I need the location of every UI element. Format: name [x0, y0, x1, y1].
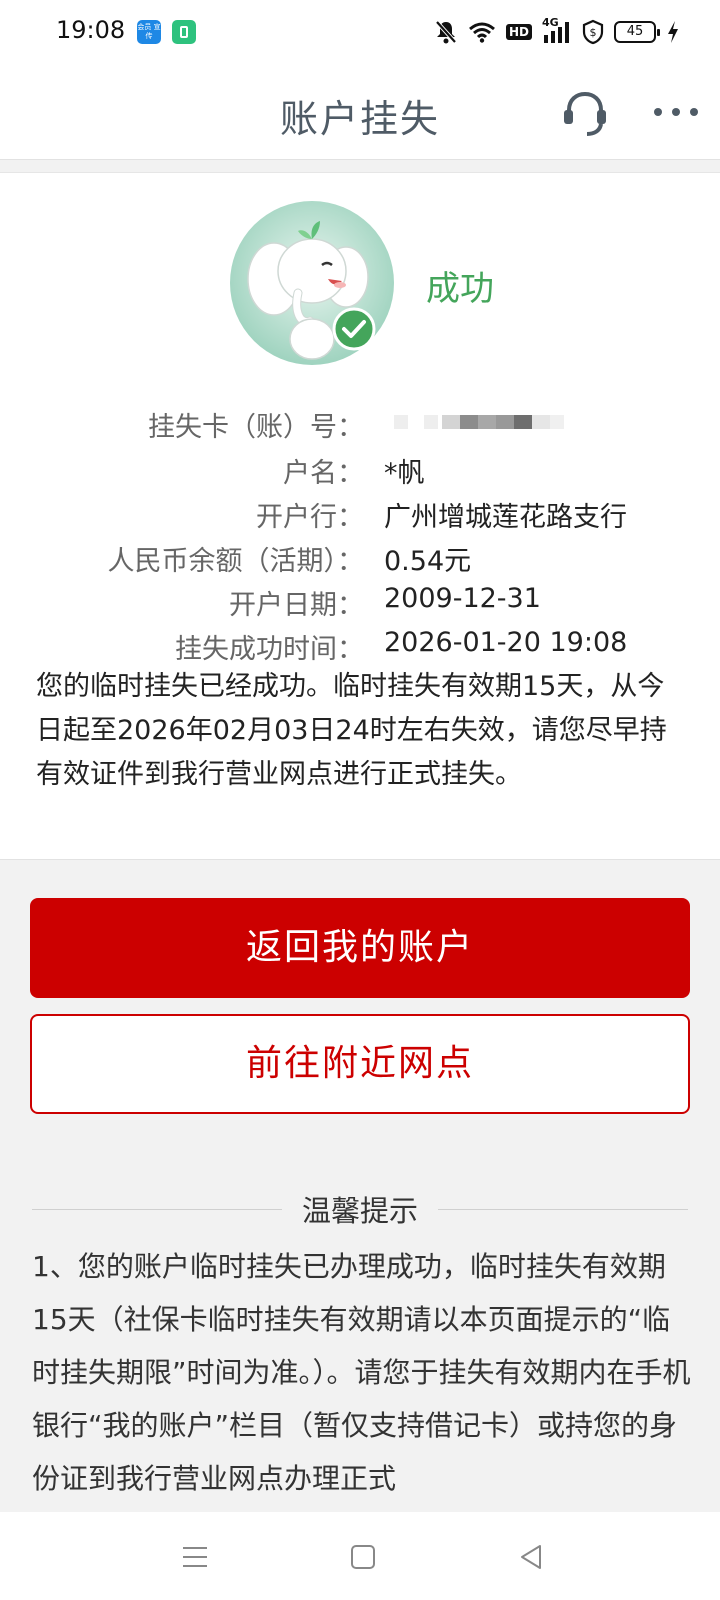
- detail-row-balance: 人民币余额（活期）： 0.54元: [0, 539, 720, 583]
- tips-header: 温馨提示: [32, 1188, 688, 1232]
- top-navigation-bar: 账户挂失: [0, 64, 720, 160]
- battery-icon: 45: [614, 21, 660, 43]
- detail-row-branch: 开户行： 广州增城莲花路支行: [0, 495, 720, 539]
- elephant-mascot-check-icon: [230, 201, 394, 365]
- detail-row-open-date: 开户日期： 2009-12-31: [0, 583, 720, 627]
- detail-value: 2026-01-20 19:08: [384, 627, 628, 658]
- detail-label: 人民币余额（活期）：: [107, 546, 365, 577]
- result-note: 您的临时挂失已经成功。临时挂失有效期15天，从今日起至2026年02月03日24…: [36, 671, 667, 790]
- success-status: 成功: [426, 269, 494, 309]
- detail-row-name: 户名： *帆: [0, 451, 720, 495]
- status-time: 19:08: [56, 16, 126, 44]
- detail-value: 广州增城莲花路支行: [384, 502, 627, 533]
- more-dots-icon[interactable]: [652, 104, 700, 120]
- page-title: 账户挂失: [279, 97, 440, 141]
- home-square-icon[interactable]: [348, 1542, 378, 1572]
- result-card: 成功 挂失卡（账）号： 户名： *帆 开户行： 广州增城莲花路支行 人民币余额（…: [0, 172, 720, 860]
- app-notification-icon-2: [172, 20, 196, 44]
- detail-value: 2009-12-31: [384, 583, 541, 614]
- headset-icon[interactable]: [560, 88, 610, 138]
- tips-title-wrap: 温馨提示: [32, 1188, 688, 1230]
- back-to-my-account-button[interactable]: 返回我的账户: [30, 898, 690, 998]
- detail-row-card-number: 挂失卡（账）号：: [0, 405, 720, 449]
- status-icons: HD 4G $ 45: [434, 16, 680, 46]
- detail-label: 开户日期：: [229, 590, 364, 621]
- detail-value: *帆: [384, 458, 425, 489]
- detail-label: 挂失成功时间：: [175, 634, 364, 665]
- detail-label: 户名：: [283, 458, 364, 489]
- back-triangle-icon[interactable]: [516, 1542, 546, 1572]
- mute-icon: [435, 20, 457, 44]
- svg-text:$: $: [590, 26, 597, 39]
- vpn-shield-icon: $: [582, 19, 604, 45]
- hd-icon: HD: [505, 24, 532, 40]
- menu-lines-icon[interactable]: [180, 1542, 210, 1572]
- detail-label: 挂失卡（账）号：: [148, 412, 364, 443]
- tips-title: 温馨提示: [281, 1194, 438, 1228]
- nearby-branches-button[interactable]: 前往附近网点: [30, 1014, 690, 1114]
- masked-card-number: [384, 405, 574, 436]
- signal-4g-icon: 4G: [542, 16, 572, 45]
- system-navigation-bar: [0, 1512, 720, 1600]
- app-notification-icon: 会员 宣传: [137, 20, 161, 44]
- detail-label: 开户行：: [256, 502, 364, 533]
- wifi-icon: [469, 22, 495, 43]
- detail-value: 0.54元: [384, 546, 472, 577]
- status-bar: 19:08 会员 宣传 HD 4G $ 45: [0, 0, 720, 64]
- charging-icon: [668, 21, 678, 43]
- tips-text: 1、您的账户临时挂失已办理成功，临时挂失有效期15天（社保卡临时挂失有效期请以本…: [32, 1250, 691, 1495]
